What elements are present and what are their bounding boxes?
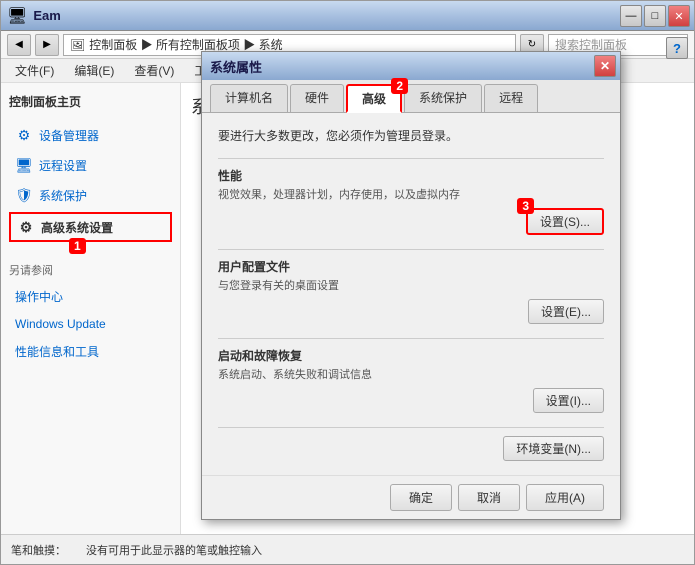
sidebar-label-system-protection: 系统保护	[39, 187, 87, 204]
cancel-button[interactable]: 取消	[458, 484, 520, 511]
sidebar-item-device-manager[interactable]: ⚙ 设备管理器	[9, 122, 172, 148]
sidebar-bottom: 另请参阅 操作中心 Windows Update 性能信息和工具	[9, 262, 172, 364]
path-icon: 🖼	[70, 38, 85, 52]
performance-label: 性能信息和工具	[15, 343, 99, 360]
tab-remote[interactable]: 远程	[484, 84, 538, 112]
maximize-button[interactable]: □	[644, 5, 666, 27]
tab-advanced[interactable]: 高级 2	[346, 84, 402, 113]
status-right: 没有可用于此显示器的笔或触控输入	[86, 542, 262, 558]
dialog-notice: 要进行大多数更改，您必须作为管理员登录。	[218, 127, 604, 144]
system-protection-icon: 🛡	[15, 186, 33, 204]
sidebar-label-advanced-settings: 高级系统设置	[41, 219, 113, 236]
close-button[interactable]: ✕	[668, 5, 690, 27]
sidebar-label-remote-settings: 远程设置	[39, 157, 87, 174]
user-profiles-settings-button[interactable]: 设置(E)...	[528, 299, 604, 324]
windows-update-label: Windows Update	[15, 317, 106, 331]
dialog-footer: 确定 取消 应用(A)	[202, 475, 620, 519]
action-center-label: 操作中心	[15, 288, 63, 305]
sidebar-label-device-manager: 设备管理器	[39, 127, 99, 144]
system-properties-dialog: 系统属性 ✕ 计算机名 硬件 高级 2 系统保护 远程 要进行大多数更改，您必须…	[201, 51, 621, 520]
section-startup-recovery: 启动和故障恢复 系统启动、系统失败和调试信息 设置(I)...	[218, 347, 604, 413]
sidebar-item-remote-settings[interactable]: 🖥 远程设置	[9, 152, 172, 178]
section-startup-title: 启动和故障恢复	[218, 347, 604, 364]
sidebar-item-performance[interactable]: 性能信息和工具	[9, 339, 172, 364]
menu-file[interactable]: 文件(F)	[7, 60, 62, 81]
back-button[interactable]: ◀	[7, 34, 31, 56]
performance-settings-button[interactable]: 设置(S)...	[526, 208, 604, 235]
menu-edit[interactable]: 编辑(E)	[66, 60, 122, 81]
badge-3: 3	[517, 198, 534, 214]
menu-view[interactable]: 查看(V)	[126, 60, 182, 81]
device-manager-icon: ⚙	[15, 126, 33, 144]
tab-system-protection[interactable]: 系统保护	[404, 84, 482, 112]
tab-advanced-label: 高级	[362, 92, 386, 106]
minimize-button[interactable]: —	[620, 5, 642, 27]
sidebar-item-action-center[interactable]: 操作中心	[9, 284, 172, 309]
badge-1: 1	[69, 238, 86, 254]
sidebar-item-system-protection[interactable]: 🛡 系统保护	[9, 182, 172, 208]
separator-2	[218, 249, 604, 250]
tab-hardware[interactable]: 硬件	[290, 84, 344, 112]
status-left: 笔和触摸：	[11, 542, 66, 558]
section-startup-btn-row: 设置(I)...	[218, 388, 604, 413]
dialog-body: 要进行大多数更改，您必须作为管理员登录。 性能 视觉效果，处理器计划，内存使用，…	[202, 113, 620, 475]
forward-button[interactable]: ▶	[35, 34, 59, 56]
window-icon: 🖥	[7, 6, 27, 26]
section-performance: 性能 视觉效果，处理器计划，内存使用，以及虚拟内存 设置(S)... 3	[218, 167, 604, 235]
title-bar: 🖥 Eam — □ ✕	[1, 1, 694, 31]
section-user-profiles-btn-row: 设置(E)...	[218, 299, 604, 324]
sidebar-title: 控制面板主页	[9, 93, 172, 110]
sidebar-bottom-title: 另请参阅	[9, 262, 172, 278]
env-variables-button[interactable]: 环境变量(N)...	[503, 436, 604, 461]
ok-button[interactable]: 确定	[390, 484, 452, 511]
remote-settings-icon: 🖥	[15, 156, 33, 174]
env-variables-row: 环境变量(N)...	[218, 436, 604, 461]
apply-button[interactable]: 应用(A)	[526, 484, 604, 511]
status-bar: 笔和触摸： 没有可用于此显示器的笔或触控输入	[1, 534, 694, 564]
section-performance-btn-row: 设置(S)... 3	[218, 208, 604, 235]
window-title: Eam	[33, 8, 60, 23]
section-user-profiles-desc: 与您登录有关的桌面设置	[218, 277, 604, 293]
advanced-settings-icon: ⚙	[17, 218, 35, 236]
dialog-title-text: 系统属性	[210, 57, 262, 76]
badge-2: 2	[391, 78, 408, 94]
dialog-tabs: 计算机名 硬件 高级 2 系统保护 远程	[202, 80, 620, 113]
separator-4	[218, 427, 604, 428]
section-performance-title: 性能	[218, 167, 604, 184]
sidebar-item-windows-update[interactable]: Windows Update	[9, 313, 172, 335]
section-user-profiles: 用户配置文件 与您登录有关的桌面设置 设置(E)...	[218, 258, 604, 324]
separator-1	[218, 158, 604, 159]
help-icon-button[interactable]: ?	[666, 37, 688, 59]
dialog-title-bar: 系统属性 ✕	[202, 52, 620, 80]
section-user-profiles-title: 用户配置文件	[218, 258, 604, 275]
sidebar-item-advanced-settings[interactable]: ⚙ 高级系统设置	[9, 212, 172, 242]
title-bar-buttons: — □ ✕	[620, 5, 690, 27]
sidebar: 控制面板主页 ⚙ 设备管理器 🖥 远程设置 🛡 系统保护 ⚙ 高级系统设置 1	[1, 83, 181, 536]
startup-settings-button[interactable]: 设置(I)...	[533, 388, 604, 413]
separator-3	[218, 338, 604, 339]
dialog-close-button[interactable]: ✕	[594, 55, 616, 77]
section-startup-desc: 系统启动、系统失败和调试信息	[218, 366, 604, 382]
main-window: 🖥 Eam — □ ✕ ◀ ▶ 🖼 控制面板 ▶ 所有控制面板项 ▶ 系统 ↻ …	[0, 0, 695, 565]
section-performance-desc: 视觉效果，处理器计划，内存使用，以及虚拟内存	[218, 186, 604, 202]
tab-computer-name[interactable]: 计算机名	[210, 84, 288, 112]
